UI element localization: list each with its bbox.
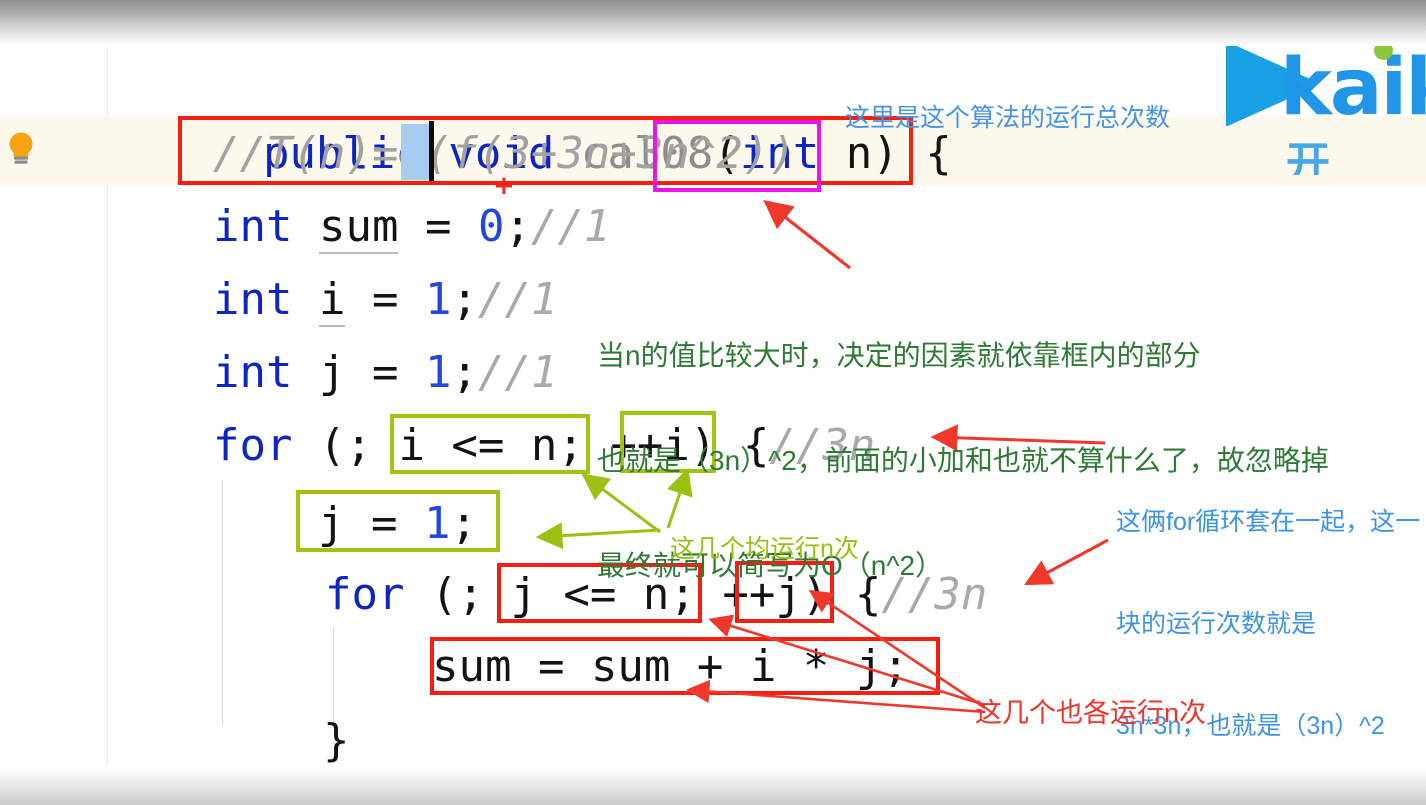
token-for-open: (;: [404, 569, 511, 620]
token-semi: ;: [504, 201, 531, 252]
token-eq: =: [345, 274, 425, 325]
token-j: j: [318, 347, 346, 398]
token-brace-close: }: [323, 715, 350, 766]
annotation-lime-note: 这几个均运行n次: [670, 535, 859, 563]
token-int: int: [213, 347, 293, 398]
annotation-box-j-assign: [296, 490, 500, 552]
token-zero: 0: [477, 201, 505, 252]
screenshot-root: public void cal08(int n) { //T(n)=O(f(3+…: [0, 0, 1426, 805]
annotation-box-dominant-term: [653, 120, 821, 192]
brand-logo: kaike 开: [1226, 25, 1426, 175]
token-for-open: (;: [292, 420, 399, 471]
token-eq: =: [345, 347, 425, 398]
annotation-box-cond-i: [390, 414, 590, 474]
token-int: int: [213, 274, 293, 325]
token-sum: sum: [318, 201, 399, 254]
token-semi: ;: [451, 347, 478, 398]
code-line-i-decl[interactable]: int i = 1;//1: [213, 263, 557, 336]
token-int: int: [213, 201, 293, 252]
annotation-green-line-1: 当n的值比较大时，决定的因素就依靠框内的部分: [597, 340, 1201, 371]
token-comment-1: //1: [477, 274, 558, 325]
code-line-j-decl[interactable]: int j = 1;//1: [213, 336, 557, 409]
token-i: i: [318, 274, 346, 327]
annotation-nested-loop-note: 这俩for循环套在一起，这一 块的运行次数就是 3n*3n，也就是（3n）^2: [1116, 437, 1420, 805]
code-line-sum-decl[interactable]: int sum = 0;//1: [213, 190, 610, 263]
annotation-nested-line-2: 块的运行次数就是: [1116, 610, 1317, 638]
video-bottom-gradient: [0, 765, 1426, 805]
annotation-total-count-label: 这里是这个算法的运行总次数: [845, 104, 1171, 132]
token-one: 1: [424, 347, 452, 398]
token-for: for: [213, 420, 293, 471]
token-comment-1: //1: [477, 347, 558, 398]
annotation-red-note: 这几个也各运行n次: [975, 698, 1207, 728]
annotation-nested-line-1: 这俩for循环套在一起，这一: [1116, 508, 1421, 536]
token-semi: ;: [451, 274, 478, 325]
video-top-gradient: [0, 0, 1426, 46]
token-for: for: [325, 569, 405, 620]
token-one: 1: [424, 274, 452, 325]
brand-wordmark-cn: 开: [1286, 138, 1332, 175]
brand-wordmark: kaike: [1280, 43, 1426, 133]
token-comment-1: //1: [530, 201, 611, 252]
token-eq: =: [398, 201, 478, 252]
